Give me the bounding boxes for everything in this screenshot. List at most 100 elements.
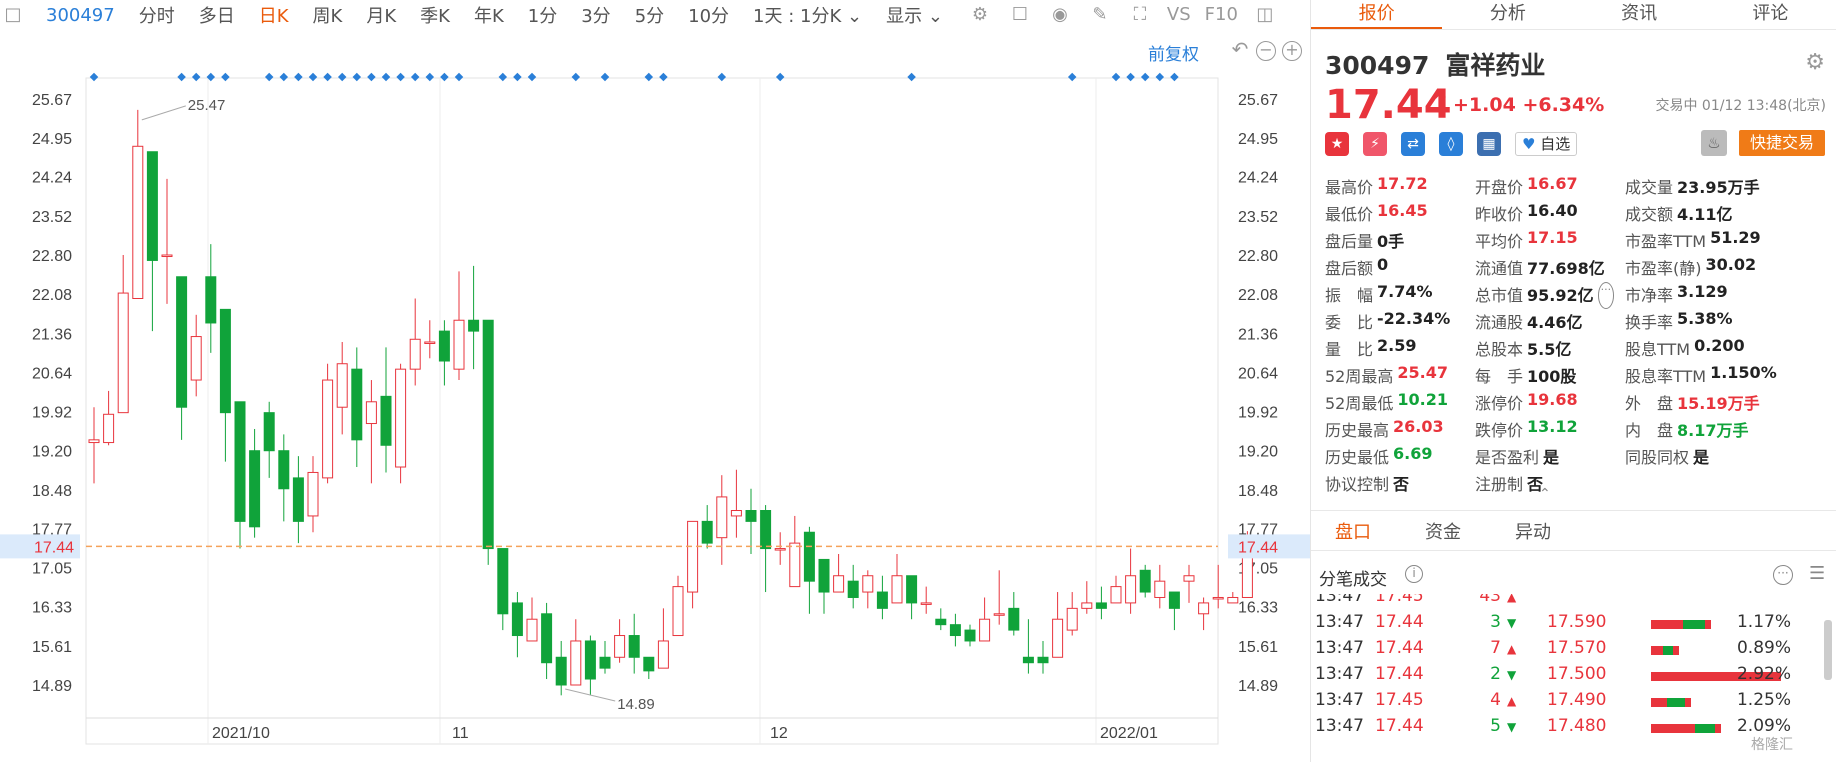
panel-toggle-icon[interactable]: ◫ (1252, 4, 1278, 26)
event-marker (1067, 72, 1077, 82)
period-tab-0[interactable]: 分时 (139, 2, 175, 28)
more-icon[interactable]: ··· (1597, 282, 1615, 309)
period-tab-4[interactable]: 月K (366, 2, 396, 28)
detail-tab-2[interactable]: 异动 (1515, 518, 1551, 544)
price-label-left: 17.44 (34, 539, 74, 556)
chevron-down-icon: ⌄ (927, 6, 943, 27)
candle-body (891, 575, 903, 604)
price-change: +1.04 +6.34% (1453, 94, 1605, 116)
stat-label: 52周最高 (1325, 367, 1394, 386)
info-icon[interactable]: i (1405, 565, 1423, 583)
candle-body (541, 613, 553, 664)
stat-cell: 振 幅 7.74% (1325, 282, 1475, 309)
y-tick-right: 14.89 (1238, 678, 1278, 695)
candle-body (760, 510, 772, 550)
candle-body (774, 548, 786, 551)
candle-body (1110, 586, 1122, 604)
stat-cell: 盘后额 0 (1325, 255, 1475, 282)
level-price: 17.480 (1547, 716, 1607, 736)
scrollbar[interactable] (1824, 620, 1832, 680)
stats-row: 委 比 -22.34% 流通股 4.46亿 换手率 5.38% (1325, 309, 1836, 336)
stat-label: 盘后量 (1325, 232, 1374, 251)
period-tab-8[interactable]: 3分 (581, 2, 610, 28)
tick-time: 13:47 (1315, 612, 1364, 632)
candle-body (1081, 602, 1093, 609)
event-marker (337, 72, 347, 82)
gear-icon[interactable]: ⚙ (1805, 50, 1825, 75)
candle-body (438, 330, 450, 362)
candle-body (103, 413, 115, 444)
f10-button[interactable]: F10 (1205, 4, 1238, 26)
quote-tab-3[interactable]: 评论 (1705, 0, 1836, 29)
more-icon[interactable]: ··· (1773, 565, 1793, 585)
detail-tab-0[interactable]: 盘口 (1335, 518, 1371, 544)
period-tab-9[interactable]: 5分 (635, 2, 664, 28)
detail-tab-1[interactable]: 资金 (1425, 518, 1461, 544)
event-marker (89, 72, 99, 82)
stat-value: 0手 (1377, 232, 1405, 251)
fullscreen-icon[interactable]: ⛶ (1127, 4, 1153, 26)
pencil-icon[interactable]: ✎ (1087, 4, 1113, 26)
event-marker (571, 72, 581, 82)
tick-volume: 5 (1490, 716, 1501, 736)
gear-icon[interactable]: ⚙ (967, 4, 993, 26)
tick-time: 13:47 (1315, 690, 1364, 710)
stat-label: 盘后额 (1325, 259, 1374, 278)
stat-value: 5.38% (1677, 309, 1733, 328)
shuffle-icon[interactable]: ⇄ (1401, 132, 1425, 156)
display-menu[interactable]: 显示 ⌄ (886, 2, 943, 28)
stat-cell: 股息率TTM 1.150% (1625, 363, 1836, 390)
stat-value: 23.95万手 (1677, 178, 1760, 197)
x-tick: 12 (770, 725, 788, 742)
candle-body (263, 412, 275, 452)
stat-label: 是否盈利 (1475, 448, 1540, 467)
trade-time: 交易中 01/12 13:48(北京) (1655, 98, 1826, 114)
tag-icon[interactable]: ◊ (1439, 132, 1463, 156)
stat-value: 否 (1393, 475, 1410, 494)
vs-button[interactable]: VS (1167, 4, 1191, 26)
event-marker (381, 72, 391, 82)
candle-body (555, 656, 567, 686)
event-marker (221, 72, 230, 82)
stat-value: 7.74% (1377, 282, 1433, 301)
lightning-icon[interactable]: ⚡ (1363, 132, 1387, 156)
camera-icon[interactable]: ◉ (1047, 4, 1073, 26)
quote-tab-1[interactable]: 分析 (1442, 0, 1573, 29)
stat-label: 52周最低 (1325, 394, 1394, 413)
stat-label: 市盈率TTM (1625, 232, 1707, 251)
menu-icon[interactable]: ☰ (1809, 563, 1825, 584)
y-tick-left: 14.89 (32, 678, 72, 695)
period-tab-2[interactable]: 日K (259, 2, 289, 28)
quote-tab-0[interactable]: 报价 (1311, 0, 1443, 29)
stock-code-link[interactable]: 300497 (46, 5, 115, 26)
china-flag-icon: ★ (1325, 132, 1349, 156)
fast-trade-button[interactable]: 快捷交易 (1739, 130, 1825, 156)
bell-icon[interactable]: ♨ (1701, 130, 1727, 156)
period-tab-3[interactable]: 周K (313, 2, 343, 28)
sidebar-toggle-icon[interactable]: □ (0, 4, 26, 26)
period-tab-5[interactable]: 季K (420, 2, 450, 28)
checkbox-icon[interactable]: ☐ (1007, 4, 1033, 26)
period-tab-10[interactable]: 10分 (688, 2, 729, 28)
stat-cell: 委 比 -22.34% (1325, 309, 1475, 336)
stat-value: 8.17万手 (1677, 421, 1749, 440)
event-marker (644, 72, 654, 82)
quote-tab-2[interactable]: 资讯 (1574, 0, 1705, 29)
collapse-caret-icon[interactable]: ⌃ (1539, 486, 1551, 502)
stat-value: -22.34% (1377, 309, 1451, 328)
kline-chart[interactable]: 25.67 25.67 24.95 24.95 24.24 24.24 23.52 23.52… (0, 30, 1310, 762)
bookmark-icon[interactable]: ▦ (1477, 132, 1501, 156)
stat-value: 16.67 (1527, 174, 1578, 193)
event-marker (1170, 72, 1179, 82)
period-tab-7[interactable]: 1分 (528, 2, 557, 28)
arrow-down-icon: ▼ (1507, 616, 1517, 630)
tick-price: 17.45 (1375, 594, 1424, 606)
period-select[interactable]: 1天 : 1分K ⌄ (753, 2, 862, 28)
event-marker (1126, 72, 1135, 82)
stock-code: 300497 (1325, 51, 1430, 80)
chart-panel: □ 300497 分时 多日 日K 周K 月K 季K 年K 1分 3分 5分 10分 1天 : 1分… (0, 0, 1310, 762)
period-tab-1[interactable]: 多日 (199, 2, 235, 28)
period-tab-6[interactable]: 年K (474, 2, 504, 28)
add-watchlist-button[interactable]: ♥ 自选 (1515, 132, 1578, 156)
event-marker (717, 72, 727, 82)
